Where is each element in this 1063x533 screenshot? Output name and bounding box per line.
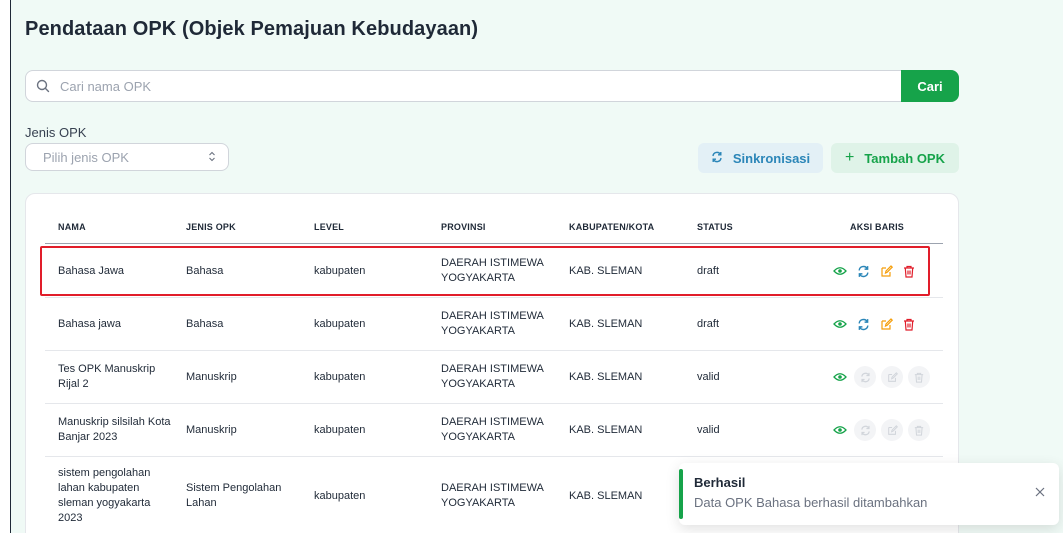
edit-icon[interactable] bbox=[877, 315, 895, 333]
row-actions bbox=[831, 245, 918, 297]
cell-level: kabupaten bbox=[314, 489, 366, 502]
delete-icon[interactable] bbox=[900, 315, 918, 333]
column-header-jenis-opk[interactable]: JENIS OPK bbox=[186, 222, 236, 232]
sync-row-icon-disabled bbox=[854, 366, 876, 388]
cell-nama: Manuskrip silsilah Kota Banjar 2023 bbox=[58, 416, 171, 443]
sync-row-icon-disabled bbox=[854, 419, 876, 441]
cell-provinsi: DAERAH ISTIMEWA YOGYAKARTA bbox=[441, 257, 544, 284]
cell-kabupaten: KAB. SLEMAN bbox=[569, 264, 643, 277]
cell-level: kabupaten bbox=[314, 317, 366, 330]
view-icon[interactable] bbox=[831, 262, 849, 280]
search-button[interactable]: Cari bbox=[901, 70, 959, 102]
delete-icon-disabled bbox=[908, 419, 930, 441]
column-header-provinsi[interactable]: PROVINSI bbox=[441, 222, 486, 232]
jenis-opk-select-placeholder: Pilih jenis OPK bbox=[43, 149, 129, 165]
cell-nama: Tes OPK Manuskrip Rijal 2 bbox=[58, 363, 156, 390]
sync-button-label: Sinkronisasi bbox=[732, 150, 811, 166]
cell-jenis: Bahasa bbox=[186, 317, 224, 330]
view-icon[interactable] bbox=[831, 421, 849, 439]
cell-kabupaten: KAB. SLEMAN bbox=[569, 423, 643, 436]
cell-provinsi: DAERAH ISTIMEWA YOGYAKARTA bbox=[441, 482, 544, 509]
sync-button[interactable]: Sinkronisasi bbox=[698, 143, 823, 173]
cell-status: draft bbox=[697, 317, 720, 330]
table-row[interactable]: Bahasa Jawa Bahasa kabupaten DAERAH ISTI… bbox=[45, 245, 943, 298]
edit-icon-disabled bbox=[881, 366, 903, 388]
cell-status: valid bbox=[697, 423, 720, 436]
row-actions bbox=[831, 298, 918, 350]
cell-level: kabupaten bbox=[314, 423, 366, 436]
cell-jenis: Manuskrip bbox=[186, 423, 237, 436]
edit-icon[interactable] bbox=[877, 262, 895, 280]
column-header-level[interactable]: LEVEL bbox=[314, 222, 344, 232]
search-icon bbox=[26, 79, 60, 93]
cell-kabupaten: KAB. SLEMAN bbox=[569, 317, 643, 330]
cell-level: kabupaten bbox=[314, 370, 366, 383]
sync-row-icon[interactable] bbox=[854, 262, 872, 280]
cell-provinsi: DAERAH ISTIMEWA YOGYAKARTA bbox=[441, 363, 544, 390]
cell-jenis: Sistem Pengolahan Lahan bbox=[186, 482, 282, 509]
column-header-kabupaten-kota[interactable]: KABUPATEN/KOTA bbox=[569, 222, 654, 232]
page-title: Pendataan OPK (Objek Pemajuan Kebudayaan… bbox=[25, 18, 479, 40]
cell-nama: sistem pengolahan lahan kabupaten sleman… bbox=[58, 467, 151, 524]
add-opk-button-label: Tambah OPK bbox=[864, 150, 945, 166]
column-header-status[interactable]: STATUS bbox=[697, 222, 733, 232]
jenis-opk-select[interactable]: Pilih jenis OPK bbox=[25, 143, 229, 171]
row-actions bbox=[831, 404, 930, 456]
delete-icon-disabled bbox=[908, 366, 930, 388]
view-icon[interactable] bbox=[831, 368, 849, 386]
delete-icon[interactable] bbox=[900, 262, 918, 280]
sync-icon bbox=[711, 151, 723, 166]
success-toast: Berhasil Data OPK Bahasa berhasil ditamb… bbox=[679, 463, 1059, 525]
column-header-nama[interactable]: NAMA bbox=[58, 222, 86, 232]
table-row[interactable]: Manuskrip silsilah Kota Banjar 2023 Manu… bbox=[45, 404, 943, 457]
cell-provinsi: DAERAH ISTIMEWA YOGYAKARTA bbox=[441, 310, 544, 337]
cell-kabupaten: KAB. SLEMAN bbox=[569, 489, 643, 502]
cell-jenis: Bahasa bbox=[186, 264, 224, 277]
table-row[interactable]: Tes OPK Manuskrip Rijal 2 Manuskrip kabu… bbox=[45, 351, 943, 404]
cell-jenis: Manuskrip bbox=[186, 370, 237, 383]
search-input[interactable] bbox=[60, 71, 958, 101]
search-bar: Cari bbox=[25, 70, 959, 102]
toast-title: Berhasil bbox=[694, 475, 746, 490]
cell-provinsi: DAERAH ISTIMEWA YOGYAKARTA bbox=[441, 416, 544, 443]
column-header-aksi-baris: AKSI BARIS bbox=[850, 222, 905, 232]
view-icon[interactable] bbox=[831, 315, 849, 333]
table-row[interactable]: Bahasa jawa Bahasa kabupaten DAERAH ISTI… bbox=[45, 298, 943, 351]
cell-nama: Bahasa Jawa bbox=[58, 264, 125, 277]
plus-icon: + bbox=[844, 149, 855, 166]
cell-status: draft bbox=[697, 264, 720, 277]
add-opk-button[interactable]: + Tambah OPK bbox=[831, 143, 959, 173]
cell-status: valid bbox=[697, 370, 720, 383]
close-icon[interactable] bbox=[1033, 485, 1047, 499]
edit-icon-disabled bbox=[881, 419, 903, 441]
cell-nama: Bahasa jawa bbox=[58, 317, 121, 330]
table-header: NAMA JENIS OPK LEVEL PROVINSI KABUPATEN/… bbox=[45, 212, 943, 244]
cell-kabupaten: KAB. SLEMAN bbox=[569, 370, 643, 383]
cell-level: kabupaten bbox=[314, 264, 366, 277]
toast-message: Data OPK Bahasa berhasil ditambahkan bbox=[694, 495, 928, 510]
select-chevron-icon bbox=[208, 150, 216, 165]
app-frame: Pendataan OPK (Objek Pemajuan Kebudayaan… bbox=[10, 0, 1063, 533]
row-actions bbox=[831, 351, 930, 403]
sync-row-icon[interactable] bbox=[854, 315, 872, 333]
toast-accent-bar bbox=[679, 469, 683, 519]
filter-label: Jenis OPK bbox=[25, 125, 87, 140]
